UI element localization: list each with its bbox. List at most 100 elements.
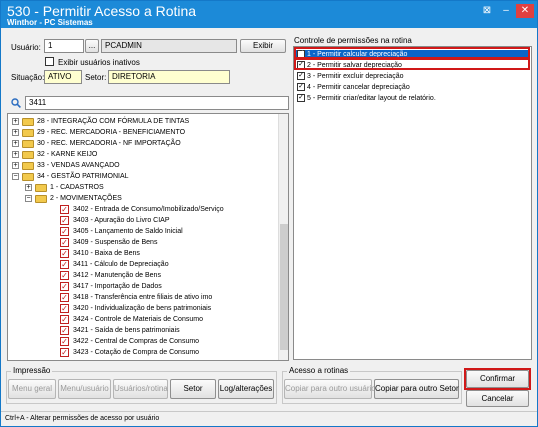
restore-icon[interactable]: ⊠ <box>479 4 495 18</box>
minimize-icon[interactable]: – <box>498 4 514 18</box>
routine-checkbox[interactable]: ✓ <box>60 227 69 236</box>
menu-geral-button[interactable]: Menu geral <box>8 379 56 399</box>
show-inactive-label: Exibir usuários inativos <box>58 58 140 67</box>
permission-label: 3 - Permitir excluir depreciação <box>307 73 404 80</box>
tree-row-label: 3410 - Baixa de Bens <box>73 250 140 257</box>
tree-row[interactable]: ✓ 3410 - Baixa de Bens <box>8 248 278 259</box>
routine-checkbox[interactable]: ✓ <box>60 293 69 302</box>
tree-row[interactable]: +3 - PROCESSAMENTO <box>8 358 278 361</box>
permission-checkbox[interactable]: ✓ <box>297 83 305 91</box>
tree-row[interactable]: ✓ 3409 - Suspensão de Bens <box>8 237 278 248</box>
user-browse-button[interactable]: ... <box>85 39 99 53</box>
routine-checkbox[interactable]: ✓ <box>60 304 69 313</box>
sector-field: DIRETORIA <box>108 70 230 84</box>
tree-row-label: 3417 - Importação de Dados <box>73 283 162 290</box>
tree-expander-icon[interactable]: + <box>12 162 19 169</box>
tree-row-label: 3420 - Individualização de bens patrimon… <box>73 305 212 312</box>
show-user-button[interactable]: Exibir <box>240 39 286 53</box>
routine-tree[interactable]: +28 - INTEGRAÇÃO COM FÓRMULA DE TINTAS +2… <box>7 113 289 361</box>
folder-icon <box>22 151 34 159</box>
tree-expander-icon[interactable]: − <box>12 173 19 180</box>
tree-scrollbar[interactable] <box>278 114 288 360</box>
tree-row-label: 3418 - Transferência entre filiais de at… <box>73 294 213 301</box>
folder-icon <box>35 360 47 361</box>
tree-expander-icon[interactable]: + <box>12 129 19 136</box>
cancel-button[interactable]: Cancelar <box>466 390 529 407</box>
tree-row-label: 29 - REC. MERCADORIA - BENEFICIAMENTO <box>37 129 186 136</box>
tree-row-label: 3412 - Manutenção de Bens <box>73 272 161 279</box>
tree-expander-icon[interactable]: + <box>12 140 19 147</box>
tree-row-label: 3423 - Cotação de Compra de Consumo <box>73 349 200 356</box>
tree-row-label: 3 - PROCESSAMENTO <box>50 358 124 360</box>
tree-row-label: 3421 - Saída de bens patrimoniais <box>73 327 180 334</box>
tree-row[interactable]: +30 - REC. MERCADORIA - NF IMPORTAÇÃO <box>8 138 278 149</box>
tree-expander-icon[interactable]: − <box>25 195 32 202</box>
permission-checkbox[interactable]: ✓ <box>297 72 305 80</box>
usuarios-rotina-button[interactable]: Usuários/rotina <box>113 379 168 399</box>
user-code-field[interactable]: 1 <box>44 39 84 53</box>
tree-row[interactable]: ✓ 3424 - Controle de Materiais de Consumo <box>8 314 278 325</box>
tree-row-label: 28 - INTEGRAÇÃO COM FÓRMULA DE TINTAS <box>37 118 190 125</box>
search-input[interactable]: 3411 <box>25 96 289 110</box>
tree-row[interactable]: +33 - VENDAS AVANÇADO <box>8 160 278 171</box>
tree-row-label: 3403 - Apuração do Livro CIAP <box>73 217 170 224</box>
routine-checkbox[interactable]: ✓ <box>60 326 69 335</box>
tree-expander-icon[interactable]: + <box>25 360 32 361</box>
tree-row[interactable]: ✓ 3402 - Entrada de Consumo/Imobilizado/S… <box>8 204 278 215</box>
tree-row[interactable]: +32 - KARNE KEIJO <box>8 149 278 160</box>
routine-checkbox[interactable]: ✓ <box>60 216 69 225</box>
copy-to-user-button[interactable]: Copiar para outro usuário <box>284 379 376 399</box>
tree-row[interactable]: +1 - CADASTROS <box>8 182 278 193</box>
sector-label: Setor: <box>85 73 107 82</box>
copy-to-sector-button[interactable]: Copiar para outro Setor <box>374 379 459 399</box>
acesso-title: Acesso a rotinas <box>287 366 351 375</box>
permission-item[interactable]: ✓ 4 - Permitir cancelar depreciação <box>296 83 529 92</box>
routine-checkbox[interactable]: ✓ <box>60 348 69 357</box>
tree-row-label: 3405 - Lançamento de Saldo Inicial <box>73 228 183 235</box>
tree-row[interactable]: ✓ 3423 - Cotação de Compra de Consumo <box>8 347 278 358</box>
permissions-list[interactable]: ✓ 1 - Permitir calcular depreciação ✓ 2 - P… <box>293 46 532 360</box>
tree-expander-icon[interactable]: + <box>12 118 19 125</box>
routine-checkbox[interactable]: ✓ <box>60 260 69 269</box>
routine-checkbox[interactable]: ✓ <box>60 238 69 247</box>
routine-checkbox[interactable]: ✓ <box>60 282 69 291</box>
tree-row[interactable]: ✓ 3418 - Transferência entre filiais de a… <box>8 292 278 303</box>
tree-row-label: 33 - VENDAS AVANÇADO <box>37 162 120 169</box>
permission-label: 4 - Permitir cancelar depreciação <box>307 84 410 91</box>
permission-checkbox[interactable]: ✓ <box>297 94 305 102</box>
tree-row[interactable]: ✓ 3403 - Apuração do Livro CIAP <box>8 215 278 226</box>
permission-item[interactable]: ✓ 3 - Permitir excluir depreciação <box>296 72 529 81</box>
tree-row[interactable]: ✓ 3405 - Lançamento de Saldo Inicial <box>8 226 278 237</box>
menu-usuario-button[interactable]: Menu/usuário <box>58 379 111 399</box>
tree-row[interactable]: ✓ 3417 - Importação de Dados <box>8 281 278 292</box>
tree-row[interactable]: ✓ 3411 - Cálculo de Depreciação <box>8 259 278 270</box>
tree-row-label: 3402 - Entrada de Consumo/Imobilizado/Se… <box>73 206 224 213</box>
routine-checkbox[interactable]: ✓ <box>60 315 69 324</box>
tree-row[interactable]: ✓ 3421 - Saída de bens patrimoniais <box>8 325 278 336</box>
log-alteracoes-button[interactable]: Log/alterações <box>218 379 274 399</box>
tree-row[interactable]: ✓ 3412 - Manutenção de Bens <box>8 270 278 281</box>
tree-expander-icon[interactable]: + <box>12 151 19 158</box>
situation-label: Situação: <box>11 73 45 82</box>
routine-checkbox[interactable]: ✓ <box>60 271 69 280</box>
tree-expander-icon[interactable]: + <box>25 184 32 191</box>
close-icon[interactable]: ✕ <box>516 4 534 18</box>
routine-checkbox[interactable]: ✓ <box>60 205 69 214</box>
tree-row[interactable]: +28 - INTEGRAÇÃO COM FÓRMULA DE TINTAS <box>8 116 278 127</box>
folder-icon <box>22 140 34 148</box>
tree-row[interactable]: ✓ 3420 - Individualização de bens patrimo… <box>8 303 278 314</box>
permission-item[interactable]: ✓ 5 - Permitir criar/editar layout de rel… <box>296 94 529 103</box>
tree-scrollbar-thumb[interactable] <box>280 224 288 350</box>
routine-checkbox[interactable]: ✓ <box>60 337 69 346</box>
folder-icon <box>22 118 34 126</box>
tree-row[interactable]: ✓ 3422 - Central de Compras de Consumo <box>8 336 278 347</box>
tree-row[interactable]: +29 - REC. MERCADORIA - BENEFICIAMENTO <box>8 127 278 138</box>
show-inactive-checkbox[interactable] <box>45 57 54 66</box>
search-icon <box>11 98 21 108</box>
routine-checkbox[interactable]: ✓ <box>60 249 69 258</box>
tree-row[interactable]: − 2 - MOVIMENTAÇÕES <box>8 193 278 204</box>
setor-button[interactable]: Setor <box>170 379 216 399</box>
permissions-title: Controle de permissões na rotina <box>294 36 412 45</box>
tree-row-label: 2 - MOVIMENTAÇÕES <box>50 195 122 202</box>
tree-row[interactable]: − 34 - GESTÃO PATRIMONIAL <box>8 171 278 182</box>
